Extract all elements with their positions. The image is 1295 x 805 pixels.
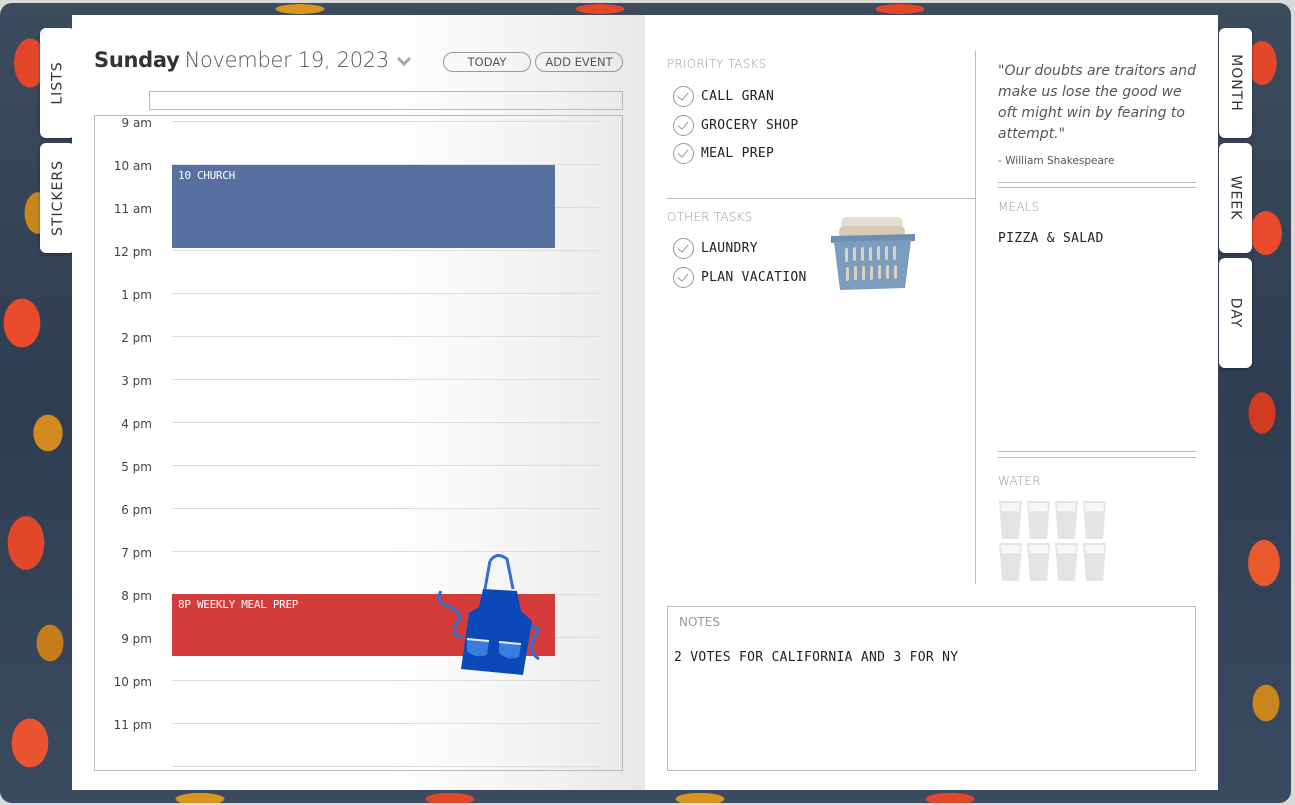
divider xyxy=(667,198,975,199)
task-text: LAUNDRY xyxy=(701,241,758,256)
tab-lists[interactable]: LISTS xyxy=(40,28,75,138)
tab-stickers[interactable]: STICKERS xyxy=(40,143,75,253)
hour-label: 1 pm xyxy=(121,288,152,302)
apron-icon[interactable] xyxy=(435,551,550,676)
meals-label: MEALS xyxy=(998,200,1040,214)
hour-label: 3 pm xyxy=(121,374,152,388)
hour-line xyxy=(172,508,600,509)
tab-week[interactable]: WEEK xyxy=(1219,143,1252,253)
tab-month[interactable]: MONTH xyxy=(1219,28,1252,138)
other-tasks-label: OTHER TASKS xyxy=(667,210,753,224)
hour-label: 2 pm xyxy=(121,331,152,345)
event-title: 10 church xyxy=(178,169,235,182)
hour-line xyxy=(172,422,600,423)
water-tracker xyxy=(999,501,1111,581)
laundry-basket-icon[interactable] xyxy=(829,216,917,294)
check-circle-icon[interactable] xyxy=(673,238,694,259)
hour-line xyxy=(172,680,600,681)
hour-label: 7 pm xyxy=(121,546,152,560)
divider xyxy=(998,451,1196,452)
event-church[interactable]: 10 church xyxy=(172,165,555,248)
hour-label: 9 am xyxy=(121,116,153,130)
check-circle-icon[interactable] xyxy=(673,267,694,288)
check-circle-icon[interactable] xyxy=(673,115,694,136)
task-text: PLAN VACATION xyxy=(701,270,807,285)
water-glass-icon[interactable] xyxy=(1055,543,1078,581)
column-divider xyxy=(975,51,976,584)
tab-day[interactable]: DAY xyxy=(1219,258,1252,368)
hour-line xyxy=(172,766,600,767)
hour-label: 10 pm xyxy=(113,675,152,689)
water-glass-icon[interactable] xyxy=(1027,543,1050,581)
notes-box[interactable]: NOTES 2 VOTES FOR CALIFORNIA AND 3 FOR N… xyxy=(667,606,1196,771)
task-text: GROCERY SHOP xyxy=(701,118,799,133)
divider xyxy=(998,182,1196,183)
notes-text[interactable]: 2 VOTES FOR CALIFORNIA AND 3 FOR NY xyxy=(674,650,958,665)
other-task-item[interactable]: PLAN VACATION xyxy=(673,267,807,288)
priority-task-item[interactable]: MEAL PREP xyxy=(673,143,774,164)
hour-label: 12 pm xyxy=(113,245,152,259)
hour-line xyxy=(172,293,600,294)
hour-label: 10 am xyxy=(113,159,152,173)
hour-label: 11 am xyxy=(113,202,152,216)
water-glass-icon[interactable] xyxy=(1055,501,1078,539)
date-header: Sunday November 19, 2023 xyxy=(94,48,408,72)
divider xyxy=(998,457,1196,458)
task-text: CALL GRAN xyxy=(701,89,775,104)
tab-week-label: WEEK xyxy=(1227,175,1244,221)
timeline: 11 pm 10 pm 9 pm 8 pm 7 pm 6 pm 5 pm 4 pm 3 pm 2 … xyxy=(94,115,623,771)
priority-task-item[interactable]: CALL GRAN xyxy=(673,86,774,107)
hour-label: 9 pm xyxy=(121,632,152,646)
planner-background: LISTS STICKERS MONTH WEEK DAY Sunday Nov… xyxy=(0,3,1291,803)
quote-author: - William Shakespeare xyxy=(998,155,1115,167)
priority-task-item[interactable]: GROCERY SHOP xyxy=(673,115,799,136)
other-task-item[interactable]: LAUNDRY xyxy=(673,238,758,259)
notes-label: NOTES xyxy=(679,615,720,629)
check-circle-icon[interactable] xyxy=(673,143,694,164)
hour-label: 11 pm xyxy=(113,718,152,732)
tab-lists-label: LISTS xyxy=(49,61,66,105)
priority-tasks-label: PRIORITY TASKS xyxy=(667,57,767,71)
water-glass-icon[interactable] xyxy=(999,501,1022,539)
hour-label: 5 pm xyxy=(121,460,152,474)
divider xyxy=(998,187,1196,188)
daily-quote: "Our doubts are traitors and make us los… xyxy=(998,63,1196,142)
day-name: Sunday xyxy=(94,48,180,72)
meals-value[interactable]: PIZZA & SALAD xyxy=(998,231,1104,246)
event-title: 8p weekly meal prep xyxy=(178,598,299,611)
date-text: November 19, 2023 xyxy=(184,48,390,72)
hour-label: 4 pm xyxy=(121,417,152,431)
water-glass-icon[interactable] xyxy=(1083,543,1106,581)
hour-label: 6 pm xyxy=(121,503,152,517)
water-glass-icon[interactable] xyxy=(1027,501,1050,539)
all-day-event-field[interactable] xyxy=(149,91,623,110)
chevron-down-icon[interactable] xyxy=(398,54,408,64)
water-glass-icon[interactable] xyxy=(999,543,1022,581)
day-schedule-page: Sunday November 19, 2023 TODAY ADD EVENT… xyxy=(72,15,645,790)
day-details-page: PRIORITY TASKS CALL GRAN GROCERY SHOP ME… xyxy=(645,15,1218,790)
add-event-button[interactable]: ADD EVENT xyxy=(535,52,623,72)
check-circle-icon[interactable] xyxy=(673,86,694,107)
tab-day-label: DAY xyxy=(1227,297,1244,329)
water-label: WATER xyxy=(998,474,1041,488)
tab-month-label: MONTH xyxy=(1227,54,1244,112)
hour-line xyxy=(172,336,600,337)
hour-label: 8 pm xyxy=(121,589,152,603)
today-button[interactable]: TODAY xyxy=(443,52,531,72)
hour-line xyxy=(172,723,600,724)
hour-line xyxy=(172,250,600,251)
hour-line xyxy=(172,121,600,122)
hour-line xyxy=(172,465,600,466)
hour-line xyxy=(172,379,600,380)
water-glass-icon[interactable] xyxy=(1083,501,1106,539)
tab-stickers-label: STICKERS xyxy=(49,160,66,236)
task-text: MEAL PREP xyxy=(701,146,775,161)
